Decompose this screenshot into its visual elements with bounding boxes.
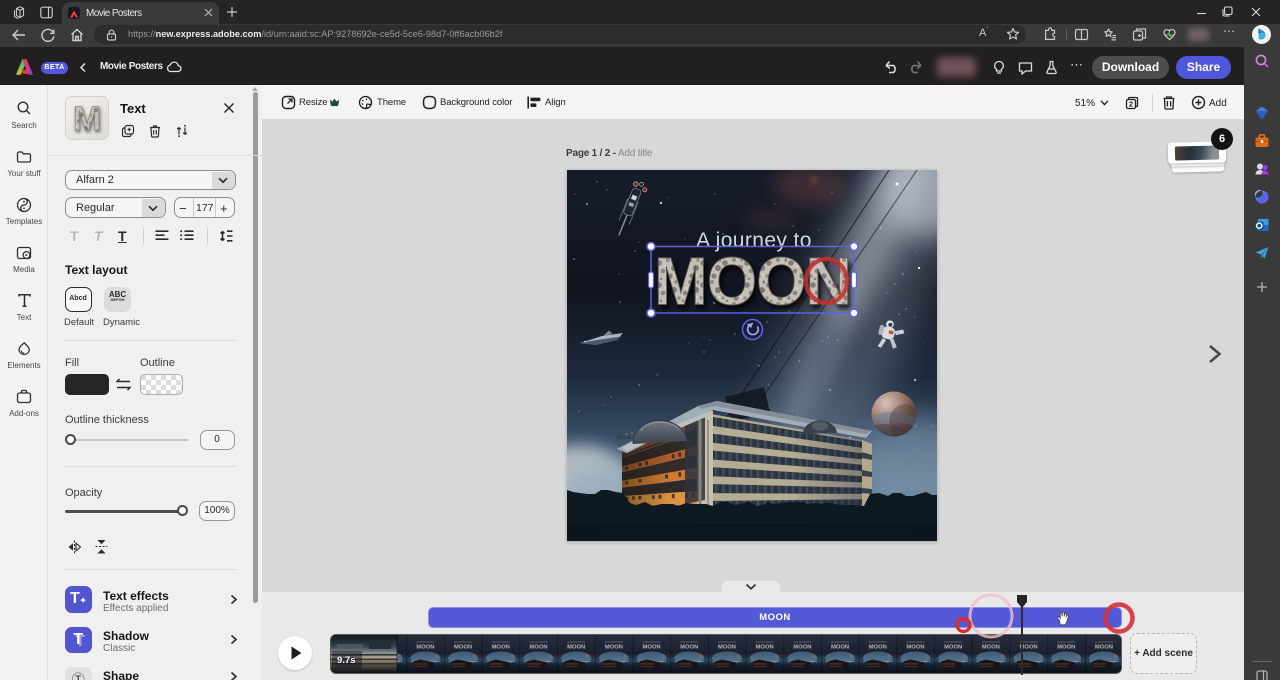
svg-text:2: 2	[1129, 99, 1133, 108]
svg-text:M: M	[73, 100, 101, 138]
svg-text:MOON: MOON	[654, 244, 851, 320]
